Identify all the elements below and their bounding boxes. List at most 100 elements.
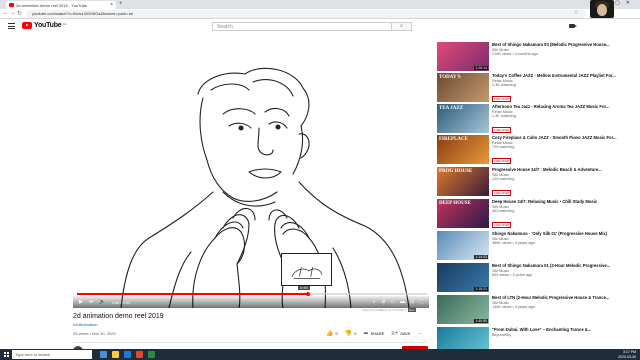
browser-tab-title: 2d animation demo reel 2019 - YouTube	[16, 2, 88, 8]
address-bar[interactable]: youtube.com/watch?v=9ddvL0WG8Os&feature=…	[26, 10, 586, 18]
video-duration-badge: 2:15:21	[474, 287, 488, 291]
related-video-info: Best of Shingo Nakamura 03 (Melodic Prog…	[492, 42, 637, 56]
related-video-item[interactable]: PROG HOUSE Progressive House 24/7 : Melod…	[437, 167, 637, 198]
related-video-title[interactable]: Shingo Nakamura - 'Only Silk 01' (Progre…	[492, 231, 637, 236]
miniplayer-icon[interactable]: ▭	[391, 299, 396, 305]
bookmark-star-icon[interactable]: ☆	[574, 10, 578, 16]
taskbar-app-icon[interactable]	[148, 351, 155, 358]
related-video-info: Progressive House 24/7 : Melodic Beach &…	[492, 167, 637, 199]
hashtag-link[interactable]: #2dAnimation	[73, 322, 97, 327]
related-video-item[interactable]: TEA JAZZ Afternoon Tea Jazz - Relaxing Ar…	[437, 104, 637, 135]
browser-tab[interactable]: 2d animation demo reel 2019 - YouTube ×	[6, 1, 116, 9]
clock-date: 2020-03-30	[618, 354, 636, 359]
new-tab-icon[interactable]: +	[119, 1, 123, 7]
youtube-favicon-icon	[9, 3, 14, 7]
autoplay-toggle-icon[interactable]: ◐	[373, 299, 376, 305]
thumbnail-overlay-text: PROG HOUSE	[439, 169, 473, 174]
chrome-browser-icon[interactable]	[136, 351, 143, 358]
file-explorer-icon[interactable]	[112, 351, 119, 358]
next-icon[interactable]: ⏭	[89, 299, 94, 305]
person-face	[597, 4, 607, 16]
live-now-badge: LIVE NOW	[492, 158, 511, 164]
share-icon: ➦	[363, 331, 369, 337]
volume-icon[interactable]: 🔈	[99, 299, 105, 305]
related-video-item[interactable]: 1:14:03 Shingo Nakamura - 'Only Silk 01' …	[437, 231, 637, 262]
related-video-title[interactable]: Afternoon Tea Jazz - Relaxing Aroma Tea …	[492, 104, 637, 109]
live-now-badge: LIVE NOW	[492, 96, 511, 102]
theater-mode-icon[interactable]: ▬	[400, 299, 405, 305]
youtube-region-code: CA	[62, 22, 67, 26]
related-video-title[interactable]: Best of Shingo Nakamura 03 (Melodic Prog…	[492, 42, 637, 47]
related-video-item[interactable]: FIREPLACE Cozy Fireplace & Calm JAZZ - Sm…	[437, 135, 637, 166]
related-video-thumbnail[interactable]: 1:26:14	[437, 42, 489, 71]
cast-icon[interactable]: ⊡	[410, 299, 414, 305]
task-view-icon[interactable]	[100, 351, 107, 358]
related-video-thumbnail[interactable]: DEEP HOUSE	[437, 199, 489, 228]
related-video-title[interactable]: Best of Shingo Nakamura 01 (2-Hour Melod…	[492, 263, 637, 268]
related-video-info: Afternoon Tea Jazz - Relaxing Aroma Tea …	[492, 104, 637, 136]
related-video-channel[interactable]: BeyondSky	[492, 333, 637, 337]
progress-bar-fill	[77, 293, 308, 295]
seek-preview-time: 0:55	[298, 285, 310, 290]
related-video-thumbnail[interactable]: FIREPLACE	[437, 135, 489, 164]
youtube-logo[interactable]: YouTube CA	[22, 22, 67, 29]
back-icon[interactable]: ←	[3, 10, 9, 16]
more-actions-icon[interactable]: ⋯	[418, 331, 422, 336]
create-video-icon[interactable]	[569, 24, 577, 28]
related-video-item[interactable]: 2:15:21 Best of Shingo Nakamura 01 (2-Hou…	[437, 263, 637, 294]
edge-browser-icon[interactable]	[124, 351, 131, 358]
save-button[interactable]: ≡+ SAVE	[391, 331, 410, 337]
close-tab-icon[interactable]: ×	[110, 2, 113, 8]
related-video-thumbnail[interactable]: 2:15:21	[437, 263, 489, 292]
related-video-title[interactable]: "From Dubai, With Love" – Enchanting Tra…	[492, 327, 637, 332]
dislike-button[interactable]: 👎 0	[345, 330, 357, 337]
search-button[interactable]: ⌕	[392, 22, 412, 31]
related-video-thumbnail[interactable]: TODAY'S	[437, 73, 489, 102]
related-video-info: Shingo Nakamura - 'Only Silk 01' (Progre…	[492, 231, 637, 245]
adblock-note: clipped by AdBlock for YouTube™ Gen	[362, 308, 416, 312]
related-video-thumbnail[interactable]: TEA JAZZ	[437, 104, 489, 133]
related-video-item[interactable]: DEEP HOUSE Deep House 24/7: Relaxing Musi…	[437, 199, 637, 230]
settings-gear-icon[interactable]: ⚙	[381, 299, 385, 305]
progress-bar[interactable]	[77, 292, 427, 296]
related-video-thumbnail[interactable]: 1:40:55	[437, 295, 489, 324]
related-video-title[interactable]: Best of LTN (2-Hour Melodic Progressive …	[492, 295, 637, 300]
play-icon[interactable]: ▶	[79, 299, 83, 305]
save-label: SAVE	[400, 331, 411, 336]
search-input[interactable]: Search	[212, 22, 392, 31]
related-video-item[interactable]: TODAY'S Today's Coffee JAZZ - Mellow Inst…	[437, 73, 637, 104]
adblock-note-text: clipped by AdBlock for YouTube™	[362, 308, 408, 312]
system-tray-clock[interactable]: 3:17 PM 2020-03-30	[618, 350, 636, 359]
like-button[interactable]: 👍 0	[326, 330, 338, 337]
youtube-masthead: YouTube CA Search ⌕	[0, 19, 640, 35]
hamburger-menu-icon[interactable]	[8, 23, 15, 29]
related-video-info: Deep House 24/7: Relaxing Music • Chill …	[492, 199, 637, 231]
related-video-views: 125 watching	[492, 177, 515, 181]
video-duration-badge: 1:40:55	[474, 319, 488, 323]
related-video-info: Cozy Fireplace & Calm JAZZ - Smooth Pian…	[492, 135, 637, 167]
time-display: 0:40 / 1:01	[111, 299, 131, 305]
taskbar-search-input[interactable]: Type here to search	[12, 350, 92, 359]
browser-toolbar: ← → ↻ youtube.com/watch?v=9ddvL0WG8Os&fe…	[0, 9, 640, 19]
fullscreen-icon[interactable]: ⛶	[419, 299, 423, 305]
related-video-item[interactable]: 1:26:14 Best of Shingo Nakamura 03 (Melod…	[437, 42, 637, 73]
related-video-title[interactable]: Cozy Fireplace & Calm JAZZ - Smooth Pian…	[492, 135, 637, 140]
video-actions: 👍 0 👎 0 ➦ SHARE ≡+ SAVE ⋯	[326, 330, 429, 338]
youtube-logo-text: YouTube	[34, 22, 62, 29]
share-button[interactable]: ➦ SHARE	[363, 330, 384, 337]
thumbnail-overlay-text: DEEP HOUSE	[439, 201, 471, 206]
forward-icon[interactable]: →	[10, 10, 16, 16]
related-video-title[interactable]: Today's Coffee JAZZ - Mellow Instrumenta…	[492, 73, 637, 78]
related-video-views: 1.3K watching	[492, 83, 516, 87]
related-video-thumbnail[interactable]: PROG HOUSE	[437, 167, 489, 196]
related-video-views: 1.3K watching	[492, 114, 516, 118]
video-player[interactable]	[73, 42, 429, 308]
related-video-item[interactable]: 1:40:55 Best of LTN (2-Hour Melodic Progr…	[437, 295, 637, 326]
video-meta: 53 views • Mar 30, 2020	[73, 331, 116, 336]
related-video-title[interactable]: Progressive House 24/7 : Melodic Beach &…	[492, 167, 637, 172]
thumbnail-overlay-text: TODAY'S	[439, 75, 461, 80]
related-video-title[interactable]: Deep House 24/7: Relaxing Music • Chill …	[492, 199, 637, 204]
reload-icon[interactable]: ↻	[17, 10, 22, 17]
start-button[interactable]	[0, 349, 12, 360]
related-video-thumbnail[interactable]: 1:14:03	[437, 231, 489, 260]
